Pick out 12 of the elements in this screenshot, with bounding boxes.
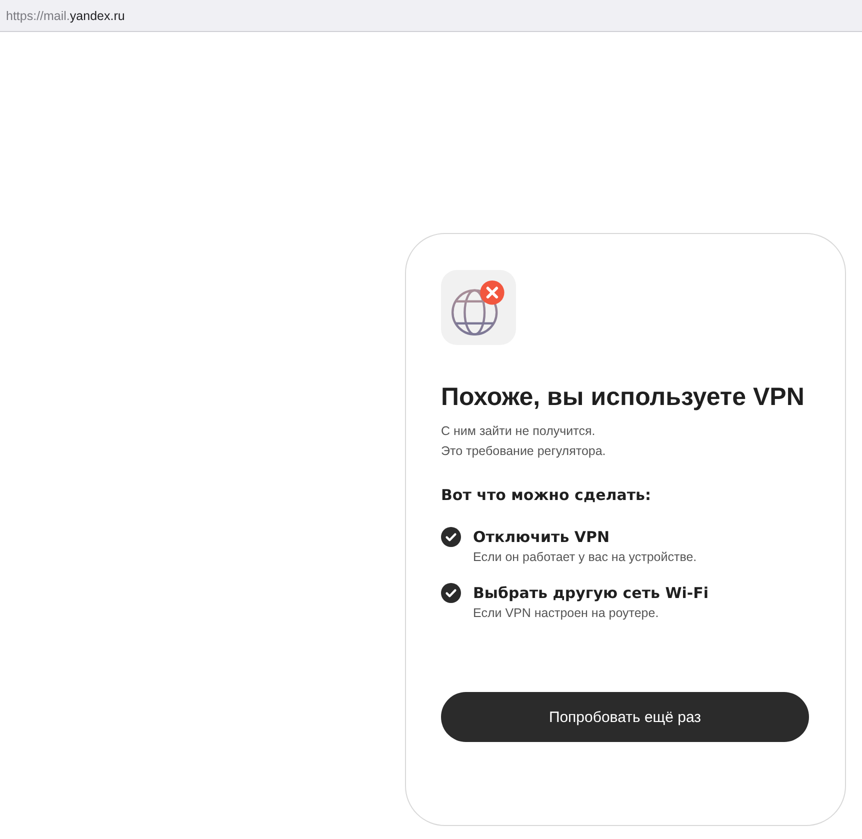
option-hint: Если VPN настроен на роутере. bbox=[473, 605, 660, 622]
card-title: Похоже, вы используете VPN bbox=[441, 382, 804, 413]
option-hint: Если он работает у вас на устройстве. bbox=[473, 549, 697, 566]
url-text: https://mail.yandex.ru bbox=[6, 8, 125, 22]
option-title: Отключить VPN bbox=[473, 527, 611, 548]
description-line: Это требование регулятора. bbox=[441, 443, 607, 460]
description-line: С ним зайти не получится. bbox=[441, 423, 596, 440]
globe-error-icon bbox=[441, 270, 516, 345]
option-title: Выбрать другую сеть Wi-Fi bbox=[473, 583, 709, 604]
retry-button[interactable]: Попробовать ещё раз bbox=[441, 692, 809, 742]
address-bar[interactable]: https://mail.yandex.ru bbox=[0, 0, 862, 32]
options-heading: Вот что можно сделать: bbox=[441, 486, 652, 504]
